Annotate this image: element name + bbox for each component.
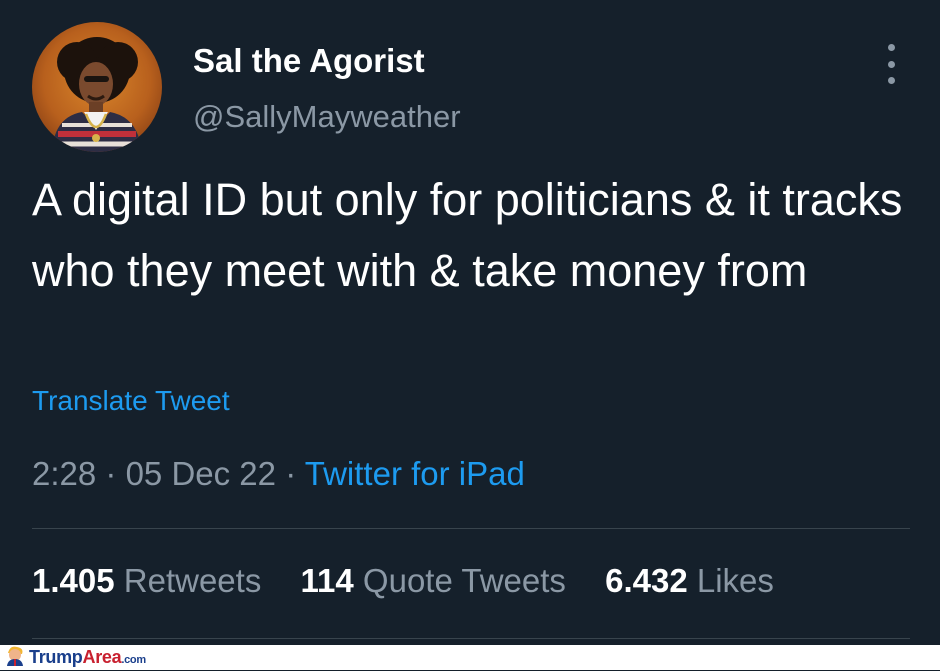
meta-separator: ·	[105, 455, 117, 492]
tweet-date: 05 Dec 22	[125, 455, 277, 492]
likes-stat[interactable]: 6.432 Likes	[605, 562, 774, 600]
retweets-label: Retweets	[123, 562, 262, 599]
watermark-logo: TrumpArea.com	[4, 646, 146, 669]
display-name[interactable]: Sal the Agorist	[193, 42, 425, 80]
tweet-meta: 2:28 · 05 Dec 22 · Twitter for iPad	[32, 455, 525, 493]
watermark-logo-icon	[4, 644, 26, 671]
retweets-count: 1.405	[32, 562, 115, 599]
tweet-source-link[interactable]: Twitter for iPad	[305, 455, 525, 492]
watermark-brand-area: Area	[82, 647, 122, 667]
quote-tweets-label: Quote Tweets	[362, 562, 566, 599]
watermark-brand-trump: Trump	[29, 647, 83, 667]
divider	[32, 528, 910, 529]
quote-tweets-count: 114	[300, 562, 354, 599]
likes-label: Likes	[696, 562, 774, 599]
translate-tweet-link[interactable]: Translate Tweet	[32, 385, 230, 417]
likes-count: 6.432	[605, 562, 688, 599]
watermark-bar: TrumpArea.com	[0, 645, 940, 670]
tweet-time: 2:28	[32, 455, 97, 492]
avatar[interactable]	[32, 22, 162, 152]
more-options-icon[interactable]	[876, 44, 906, 84]
divider	[32, 638, 910, 639]
meta-separator: ·	[285, 455, 297, 492]
retweets-stat[interactable]: 1.405 Retweets	[32, 562, 261, 600]
watermark-text: TrumpArea.com	[29, 647, 146, 668]
watermark-suffix: .com	[121, 654, 146, 666]
quote-tweets-stat[interactable]: 114 Quote Tweets	[301, 562, 566, 600]
user-handle[interactable]: @SallyMayweather	[193, 99, 461, 135]
tweet-card: Sal the Agorist @SallyMayweather A digit…	[0, 0, 940, 645]
tweet-text: A digital ID but only for politicians & …	[32, 174, 903, 296]
engagement-stats: 1.405 Retweets 114 Quote Tweets 6.432 Li…	[32, 562, 804, 600]
